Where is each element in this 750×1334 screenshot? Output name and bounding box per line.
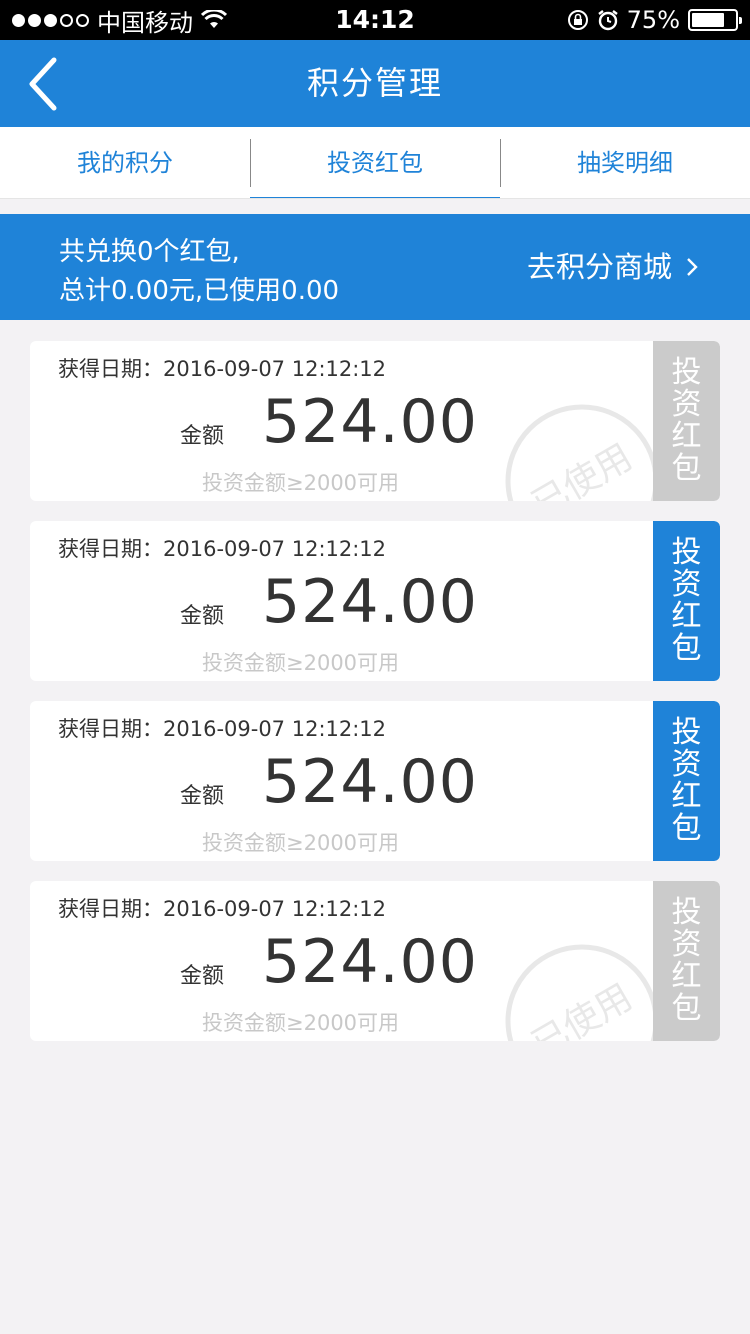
card-date: 获得日期：2016-09-07 12:12:12 — [58, 537, 387, 561]
card-tag-char: 资 — [671, 387, 702, 422]
battery-percent: 75% — [626, 6, 680, 34]
card-tag-char: 包 — [671, 991, 702, 1026]
card-tag-char: 红 — [671, 779, 702, 814]
card-amount: 524.00 — [262, 747, 478, 817]
card-type-tag: 投资红包 — [653, 521, 720, 681]
red-packet-card[interactable]: 获得日期：2016-09-07 12:12:12 金额 524.00 投资金额≥200… — [30, 341, 720, 501]
card-condition: 投资金额≥2000可用 — [202, 651, 400, 675]
card-amount-label: 金额 — [180, 964, 225, 989]
red-packet-card[interactable]: 获得日期：2016-09-07 12:12:12 金额 524.00 投资金额≥200… — [30, 521, 720, 681]
chevron-right-icon — [687, 258, 698, 276]
tab-bar: 我的积分 投资红包 抽奖明细 — [0, 127, 750, 199]
card-tag-char: 投 — [671, 715, 702, 750]
card-tag-char: 投 — [671, 895, 702, 930]
card-tag-char: 资 — [671, 927, 702, 962]
card-date: 获得日期：2016-09-07 12:12:12 — [58, 717, 387, 741]
card-amount: 524.00 — [262, 567, 478, 637]
card-tag-char: 红 — [671, 599, 702, 634]
card-tag-char: 红 — [671, 419, 702, 454]
card-tag-char: 包 — [671, 451, 702, 486]
rotation-lock-icon — [567, 10, 588, 30]
card-amount: 524.00 — [262, 927, 478, 997]
status-right: 75% — [567, 0, 742, 40]
card-date: 获得日期：2016-09-07 12:12:12 — [58, 897, 387, 921]
battery-icon — [688, 9, 742, 31]
card-type-tag: 投资红包 — [653, 701, 720, 861]
card-date: 获得日期：2016-09-07 12:12:12 — [58, 357, 387, 381]
card-tag-char: 资 — [671, 747, 702, 782]
used-stamp-text: 已使用 — [525, 437, 639, 501]
summary-banner: 共兑换0个红包, 总计0.00元,已使用0.00 去积分商城 — [0, 214, 750, 320]
card-type-tag: 投资红包 — [653, 881, 720, 1041]
red-packet-card[interactable]: 获得日期：2016-09-07 12:12:12 金额 524.00 投资金额≥200… — [30, 881, 720, 1041]
card-tag-char: 包 — [671, 631, 702, 666]
points-mall-link[interactable]: 去积分商城 — [527, 214, 698, 320]
alarm-icon — [597, 10, 618, 31]
nav-bar: 积分管理 — [0, 40, 750, 127]
card-tag-char: 投 — [671, 355, 702, 390]
card-condition: 投资金额≥2000可用 — [202, 471, 400, 495]
tab-my-points[interactable]: 我的积分 — [0, 127, 250, 198]
tab-investment-red-packet[interactable]: 投资红包 — [250, 127, 500, 198]
page-title: 积分管理 — [306, 64, 443, 102]
card-tag-char: 包 — [671, 811, 702, 846]
card-type-tag: 投资红包 — [653, 341, 720, 501]
used-stamp-icon: 已使用 — [505, 404, 659, 501]
summary-count: 共兑换0个红包, — [59, 237, 240, 267]
card-tag-char: 资 — [671, 567, 702, 602]
used-stamp-text: 已使用 — [525, 977, 639, 1041]
card-tag-char: 红 — [671, 959, 702, 994]
card-condition: 投资金额≥2000可用 — [202, 1011, 400, 1035]
card-condition: 投资金额≥2000可用 — [202, 831, 400, 855]
points-mall-label: 去积分商城 — [526, 250, 672, 284]
red-packet-card[interactable]: 获得日期：2016-09-07 12:12:12 金额 524.00 投资金额≥200… — [30, 701, 720, 861]
status-bar: 中国移动 14:12 75% — [0, 0, 750, 40]
card-amount-label: 金额 — [180, 784, 225, 809]
card-amount: 524.00 — [262, 387, 478, 457]
tab-lottery-details[interactable]: 抽奖明细 — [500, 127, 750, 198]
card-tag-char: 投 — [671, 535, 702, 570]
card-amount-label: 金额 — [180, 604, 225, 629]
card-amount-label: 金额 — [180, 424, 225, 449]
used-stamp-icon: 已使用 — [505, 944, 659, 1041]
summary-total: 总计0.00元,已使用0.00 — [59, 276, 340, 306]
